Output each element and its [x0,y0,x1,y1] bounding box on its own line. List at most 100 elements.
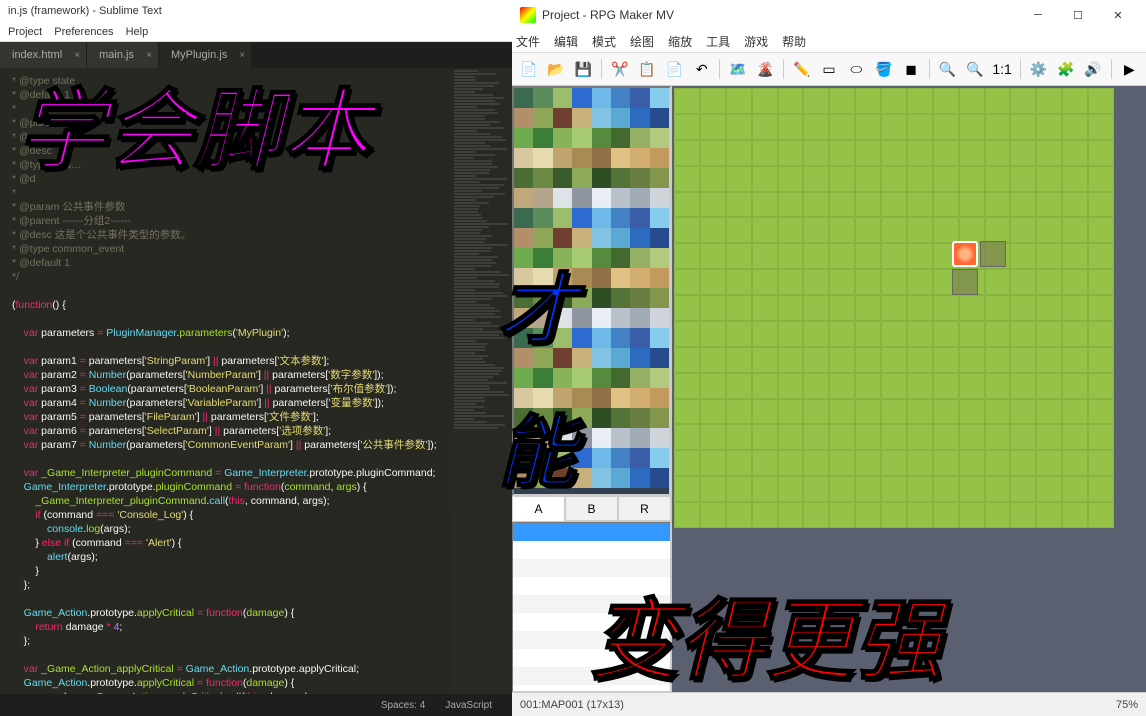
tile[interactable] [630,228,649,248]
map-tile[interactable] [985,166,1011,192]
map-tile[interactable] [881,269,907,295]
tile[interactable] [514,208,533,228]
map-tile[interactable] [726,114,752,140]
tile[interactable] [572,388,591,408]
tile[interactable] [572,268,591,288]
tile[interactable] [572,108,591,128]
map-tile[interactable] [933,166,959,192]
tile[interactable] [533,108,552,128]
tile[interactable] [650,248,669,268]
tile[interactable] [650,268,669,288]
map-tile[interactable] [933,295,959,321]
tile[interactable] [514,428,533,448]
tile[interactable] [572,428,591,448]
rect-icon[interactable]: ▭ [816,56,841,82]
map-tile[interactable] [700,217,726,243]
tile[interactable] [630,248,649,268]
map-tile[interactable] [752,502,778,528]
tile[interactable] [650,388,669,408]
maximize-button[interactable]: ☐ [1058,2,1098,28]
map-tile[interactable] [1010,243,1036,269]
tile[interactable] [514,248,533,268]
map-tile[interactable] [674,192,700,218]
tile[interactable] [533,368,552,388]
copy-icon[interactable]: 📋 [634,56,659,82]
map-tile[interactable] [855,424,881,450]
map-tile[interactable] [752,192,778,218]
tile[interactable] [592,468,611,488]
tile[interactable] [592,228,611,248]
map-tile[interactable] [1062,347,1088,373]
zoom-out-icon[interactable]: 🔍 [962,56,987,82]
map-tile[interactable] [752,243,778,269]
map-tile[interactable] [881,424,907,450]
map-tile[interactable] [829,476,855,502]
map-tile[interactable] [1088,88,1114,114]
map-tile[interactable] [674,399,700,425]
map-tile[interactable] [700,373,726,399]
tile[interactable] [630,368,649,388]
map-tile[interactable] [985,502,1011,528]
map-tile[interactable] [778,347,804,373]
map-tile[interactable] [959,321,985,347]
map-tile[interactable] [752,114,778,140]
tile[interactable] [650,408,669,428]
tile[interactable] [650,328,669,348]
map-tile[interactable] [674,450,700,476]
tile[interactable] [611,128,630,148]
map-tile[interactable] [674,347,700,373]
map-tile[interactable] [674,140,700,166]
map-tile[interactable] [1036,114,1062,140]
map-tile[interactable] [907,321,933,347]
map-tile[interactable] [752,476,778,502]
map-tile[interactable] [829,217,855,243]
map-tile[interactable] [1088,450,1114,476]
map-tile[interactable] [1088,166,1114,192]
tile[interactable] [572,128,591,148]
map-tile[interactable] [700,450,726,476]
map-tile[interactable] [752,217,778,243]
cut-icon[interactable]: ✂️ [607,56,632,82]
tile[interactable] [611,408,630,428]
map-tile[interactable] [985,373,1011,399]
map-tile[interactable] [985,347,1011,373]
map-tile[interactable] [907,450,933,476]
map-tile[interactable] [959,450,985,476]
minimap[interactable] [452,68,512,694]
map-tile[interactable] [933,476,959,502]
tile[interactable] [514,408,533,428]
tile[interactable] [592,428,611,448]
map-tile[interactable] [829,114,855,140]
tile[interactable] [553,288,572,308]
map-tile[interactable] [674,502,700,528]
tile[interactable] [611,228,630,248]
map-tile[interactable] [855,114,881,140]
map-tile[interactable] [959,476,985,502]
map-tile[interactable] [674,269,700,295]
map-tile[interactable] [674,243,700,269]
tile[interactable] [572,348,591,368]
tile[interactable] [514,168,533,188]
map-tile[interactable] [752,347,778,373]
tile[interactable] [650,148,669,168]
map-tile[interactable] [1062,373,1088,399]
map-tile[interactable] [985,217,1011,243]
map-tile[interactable] [1010,347,1036,373]
tile[interactable] [572,188,591,208]
map-tile[interactable] [959,295,985,321]
ellipse-icon[interactable]: ⬭ [844,56,869,82]
map-tile[interactable] [959,140,985,166]
map-tile[interactable] [726,295,752,321]
map-tile[interactable] [1036,269,1062,295]
map-tile[interactable] [726,140,752,166]
paste-icon[interactable]: 📄 [662,56,687,82]
menu-preferences[interactable]: Preferences [54,26,113,38]
map-tile[interactable] [1036,347,1062,373]
fill-icon[interactable]: 🪣 [871,56,896,82]
map-tile[interactable] [907,502,933,528]
map-tile[interactable] [881,450,907,476]
map-tile[interactable] [778,295,804,321]
tile[interactable] [650,168,669,188]
map-tile[interactable] [803,450,829,476]
event-tile[interactable] [980,241,1006,267]
